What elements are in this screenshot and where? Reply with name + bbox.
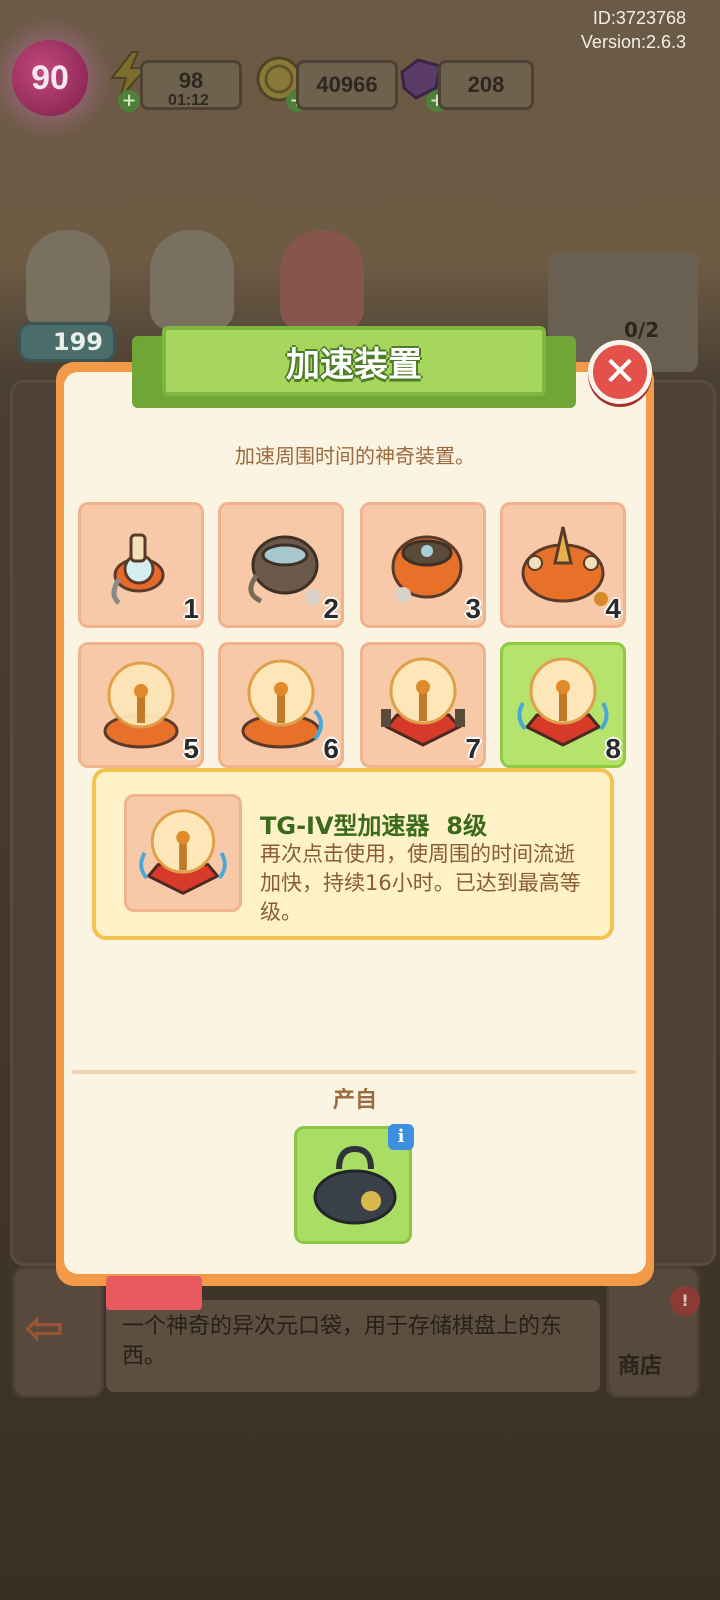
add-energy-button[interactable]: + (118, 90, 140, 112)
accelerator-level-1-icon (111, 533, 165, 605)
item-cell-level-7[interactable]: 7 (360, 642, 486, 768)
selected-item-description: 再次点击使用，使周围的时间流逝加快，持续16小时。已达到最高等级。 (260, 842, 581, 924)
item-level-number: 2 (323, 593, 339, 624)
shop-label: 商店 (618, 1354, 663, 1379)
close-icon: ✕ (603, 349, 637, 395)
item-cell-level-4[interactable]: 4 (500, 502, 626, 628)
mushroom-character[interactable] (280, 230, 364, 330)
accelerator-level-4-icon (521, 526, 608, 606)
item-level-number: 4 (605, 593, 621, 624)
selected-item-title: TG-IV型加速器 8级 (260, 806, 487, 841)
accelerator-level-5-icon (103, 661, 179, 749)
close-button[interactable]: ✕ (588, 340, 652, 404)
user-id: ID:3723768 (592, 8, 686, 28)
item-cell-level-2[interactable]: 2 (218, 502, 344, 628)
order-counter: 199 (18, 322, 116, 362)
accelerator-level-6-icon (241, 659, 323, 749)
modal-title: 加速装置 (286, 344, 422, 385)
accelerator-level-7-icon (381, 657, 465, 747)
info-icon[interactable]: i (388, 1124, 414, 1150)
section-divider (72, 1070, 636, 1074)
item-level-number: 6 (323, 733, 339, 764)
shop-alert-icon: ! (670, 1286, 700, 1316)
bag-count: 0/2 (624, 318, 660, 342)
item-level-number: 8 (605, 733, 621, 764)
item-cell-level-5[interactable]: 5 (78, 642, 204, 768)
item-level-number: 1 (183, 593, 199, 624)
coin-counter: 40966 (296, 60, 398, 110)
modal-description: 加速周围时间的神奇装置。 (235, 444, 475, 468)
item-level-number: 3 (465, 593, 481, 624)
source-label: 产自 (332, 1088, 377, 1113)
dimension-bag-icon (313, 1145, 397, 1225)
selected-item-level: 8级 (446, 812, 487, 840)
item-cell-level-6[interactable]: 6 (218, 642, 344, 768)
accelerator-level-2-icon (248, 535, 321, 605)
version-text: Version:2.6.3 (580, 32, 686, 52)
duck-character-grandma[interactable] (150, 230, 234, 330)
accelerator-level-3-icon (391, 535, 463, 603)
player-level: 90 (31, 58, 69, 97)
accelerator-level-8-icon (517, 657, 609, 747)
selected-item-name: TG-IV型加速器 (260, 812, 430, 840)
build-info: ID:3723768 Version:2.6.3 (581, 6, 686, 54)
item-cell-level-1[interactable]: 1 (78, 502, 204, 628)
item-level-number: 5 (183, 733, 199, 764)
item-cell-level-3[interactable]: 3 (360, 502, 486, 628)
modal-title-banner: 加速装置 (162, 326, 546, 396)
red-tab-marker (106, 1276, 202, 1310)
energy-timer: 01:12 (168, 92, 209, 109)
item-description: 一个神奇的异次元口袋，用于存储棋盘上的东西。 (122, 1314, 563, 1369)
exit-icon: ⇦ (24, 1300, 65, 1356)
duck-character-worker[interactable] (26, 230, 110, 330)
gem-counter: 208 (438, 60, 534, 110)
player-level-badge[interactable]: 90 (12, 40, 88, 116)
item-cell-level-8[interactable]: 8 (500, 642, 626, 768)
selected-item-thumbnail (124, 794, 242, 912)
item-level-number: 7 (465, 733, 481, 764)
accelerator-level-8-icon (139, 809, 227, 895)
